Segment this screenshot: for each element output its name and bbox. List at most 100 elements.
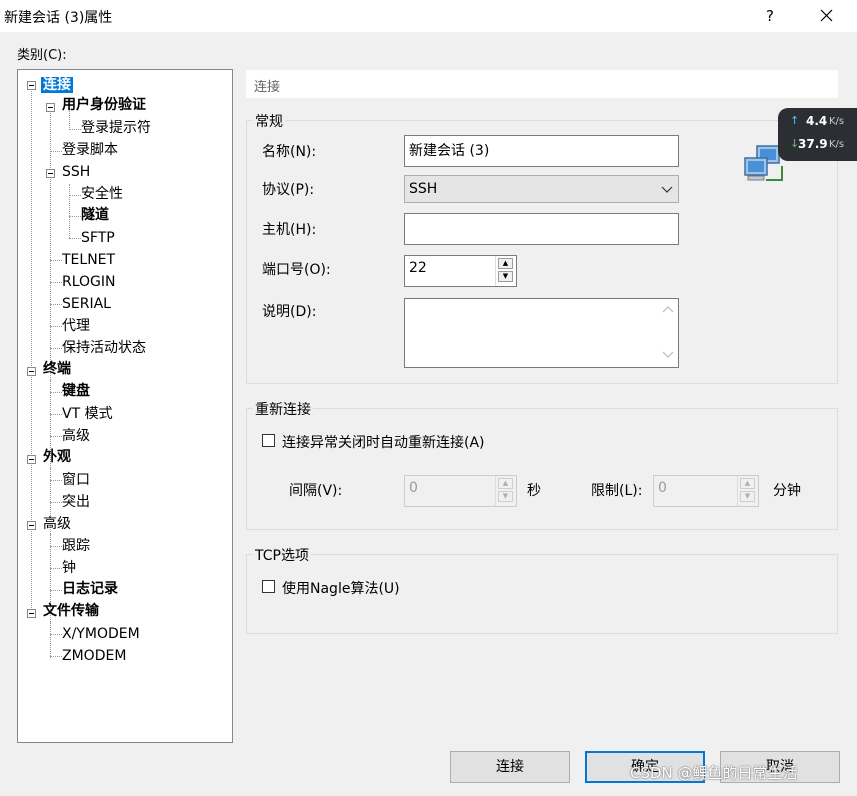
tree-item-appearance[interactable]: 外观 xyxy=(43,447,71,467)
limit-value: 0 xyxy=(658,480,667,496)
port-stepper[interactable]: ▲ ▼ xyxy=(495,256,514,286)
upload-speed: 4.4 xyxy=(806,114,828,128)
limit-label: 限制(L): xyxy=(591,483,643,499)
tree-item-bell[interactable]: 钟 xyxy=(62,558,76,578)
tree-item-file-transfer[interactable]: 文件传输 xyxy=(43,601,99,621)
collapse-icon[interactable] xyxy=(46,103,55,112)
tree-line xyxy=(50,282,62,283)
nagle-checkbox[interactable] xyxy=(262,580,275,593)
tree-line xyxy=(50,568,62,569)
collapse-icon[interactable] xyxy=(27,609,36,618)
tree-item-security[interactable]: 安全性 xyxy=(81,184,123,204)
limit-up-button: ▲ xyxy=(740,478,755,489)
name-label: 名称(N): xyxy=(262,144,317,160)
tree-item-proxy[interactable]: 代理 xyxy=(62,316,90,336)
collapse-icon[interactable] xyxy=(46,169,55,178)
chevron-down-icon xyxy=(661,186,673,193)
tree-item-connection[interactable]: 连接 xyxy=(41,75,73,95)
port-value: 22 xyxy=(409,260,427,276)
tree-item-highlight[interactable]: 突出 xyxy=(62,492,90,512)
auto-reconnect-checkbox[interactable] xyxy=(262,434,275,447)
limit-stepper: ▲ ▼ xyxy=(737,476,756,506)
tree-item-ssh[interactable]: SSH xyxy=(62,162,90,182)
tree-line xyxy=(50,502,62,503)
tree-item-terminal[interactable]: 终端 xyxy=(43,359,71,379)
limit-unit: 分钟 xyxy=(773,483,801,499)
scroll-down-icon[interactable] xyxy=(662,351,674,359)
tree-line xyxy=(50,260,62,261)
tree-line xyxy=(50,380,51,438)
collapse-icon[interactable] xyxy=(27,367,36,376)
tree-line xyxy=(50,480,62,481)
tree-item-logging[interactable]: 日志记录 xyxy=(62,579,118,599)
tree-line xyxy=(50,414,62,415)
collapse-icon[interactable] xyxy=(27,521,36,530)
description-scrollbar[interactable] xyxy=(658,299,678,367)
interval-unit: 秒 xyxy=(527,483,541,499)
tree-line xyxy=(31,86,32,612)
tree-item-user-auth[interactable]: 用户身份验证 xyxy=(62,95,146,115)
description-field[interactable] xyxy=(404,298,679,368)
tree-item-zmodem[interactable]: ZMODEM xyxy=(62,646,126,666)
tree-item-tunnel[interactable]: 隧道 xyxy=(81,205,109,225)
interval-down-button: ▼ xyxy=(498,491,513,502)
interval-up-button: ▲ xyxy=(498,478,513,489)
tree-line xyxy=(50,656,62,657)
auto-reconnect-label[interactable]: 连接异常关闭时自动重新连接(A) xyxy=(282,432,485,452)
tree-line xyxy=(69,195,81,196)
nagle-label[interactable]: 使用Nagle算法(U) xyxy=(282,578,400,598)
tree-line xyxy=(50,634,62,635)
tree-item-login-script[interactable]: 登录脚本 xyxy=(62,140,118,160)
tree-item-serial[interactable]: SERIAL xyxy=(62,294,111,314)
reconnect-group xyxy=(246,408,838,530)
tree-line xyxy=(50,348,62,349)
name-field[interactable]: 新建会话 (3) xyxy=(404,135,679,167)
close-button[interactable] xyxy=(806,0,846,32)
tree-item-advanced[interactable]: 高级 xyxy=(43,514,71,534)
tree-line xyxy=(50,534,51,592)
tree-item-vt-mode[interactable]: VT 模式 xyxy=(62,404,113,424)
tree-line xyxy=(69,184,70,238)
download-unit: K/s xyxy=(829,139,845,150)
tree-line xyxy=(50,546,62,547)
port-down-button[interactable]: ▼ xyxy=(498,271,513,282)
network-speed-widget: ↑ 4.4 K/s ↓ 37.9 K/s xyxy=(778,108,857,161)
tree-item-login-prompt[interactable]: 登录提示符 xyxy=(81,118,151,138)
general-legend: 常规 xyxy=(253,111,285,131)
upload-unit: K/s xyxy=(829,116,845,127)
protocol-select[interactable]: SSH xyxy=(404,175,679,203)
scroll-up-icon[interactable] xyxy=(662,305,674,313)
category-tree[interactable]: 连接 用户身份验证 登录提示符 登录脚本 SSH 安全性 隧道 SFTP TEL… xyxy=(17,69,233,743)
reconnect-legend: 重新连接 xyxy=(253,399,313,419)
tree-line xyxy=(50,392,62,393)
close-icon xyxy=(820,9,833,22)
port-label: 端口号(O): xyxy=(262,262,331,278)
collapse-icon[interactable] xyxy=(27,455,36,464)
tree-item-keepalive[interactable]: 保持活动状态 xyxy=(62,338,146,358)
tree-line xyxy=(50,468,51,504)
tree-line xyxy=(50,590,62,591)
tree-line xyxy=(50,304,62,305)
category-label: 类别(C): xyxy=(17,48,67,63)
help-button[interactable]: ? xyxy=(756,0,784,32)
connect-button[interactable]: 连接 xyxy=(450,751,570,783)
tree-item-rlogin[interactable]: RLOGIN xyxy=(62,272,116,292)
tree-item-trace[interactable]: 跟踪 xyxy=(62,536,90,556)
tree-item-telnet[interactable]: TELNET xyxy=(62,250,115,270)
collapse-icon[interactable] xyxy=(27,81,36,90)
tree-line xyxy=(50,436,62,437)
tree-line xyxy=(69,238,81,239)
window-title: 新建会话 (3)属性 xyxy=(4,10,113,26)
tree-item-terminal-advanced[interactable]: 高级 xyxy=(62,426,90,446)
tree-item-sftp[interactable]: SFTP xyxy=(81,228,115,248)
tree-item-window[interactable]: 窗口 xyxy=(62,470,90,490)
limit-down-button: ▼ xyxy=(740,491,755,502)
host-label: 主机(H): xyxy=(262,222,317,238)
interval-stepper: ▲ ▼ xyxy=(495,476,514,506)
watermark: CSDN @鲤鱼的日常生活 xyxy=(630,764,798,782)
port-up-button[interactable]: ▲ xyxy=(498,258,513,269)
tree-item-keyboard[interactable]: 键盘 xyxy=(62,381,90,401)
host-field[interactable] xyxy=(404,213,679,245)
title-bar: 新建会话 (3)属性 ? xyxy=(0,0,857,32)
tree-item-xymodem[interactable]: X/YMODEM xyxy=(62,624,140,644)
